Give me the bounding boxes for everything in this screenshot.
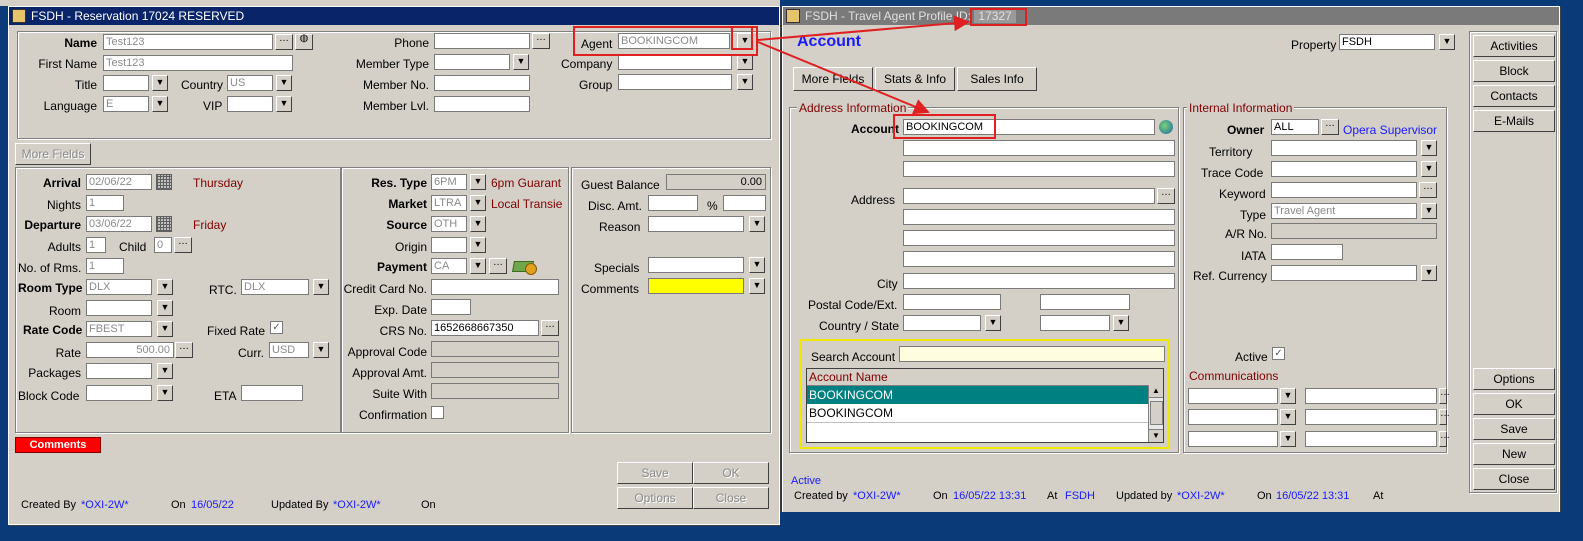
desktop-background — [780, 512, 1570, 541]
annotation-arrows — [757, 15, 970, 115]
arrow-to-account — [757, 41, 930, 115]
arrow-to-profile-id — [757, 15, 970, 41]
